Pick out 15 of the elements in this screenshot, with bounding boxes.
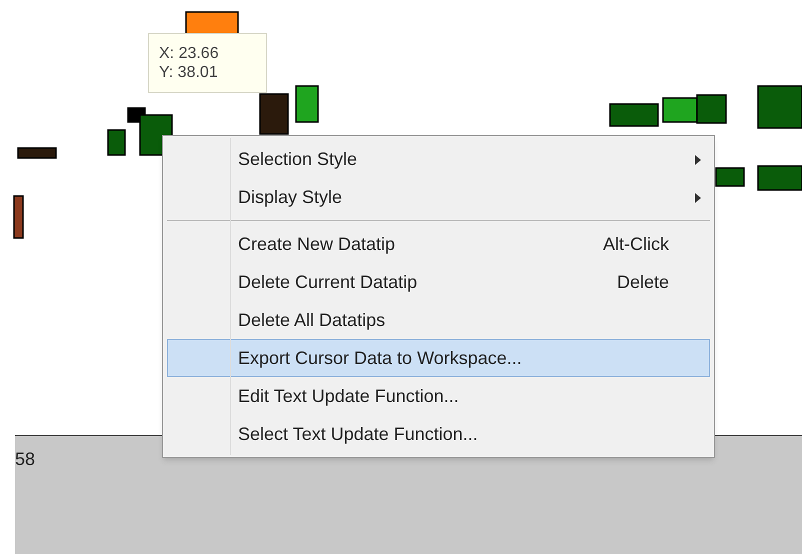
axis-tick-label: 58 (15, 449, 36, 469)
shortcut-label: Alt-Click (603, 232, 669, 256)
datatip-text: X: 23.66 (159, 44, 220, 63)
menu-item[interactable]: Selection Style (167, 140, 710, 178)
datatip-text: Y: 38.01 (159, 63, 219, 82)
menu-item[interactable]: Display Style (167, 178, 710, 216)
shortcut-label: Delete (616, 270, 669, 294)
menu-item[interactable]: Delete All Datatips (167, 301, 710, 339)
menu-item[interactable]: Edit Text Update Function... (167, 377, 710, 415)
menu-item[interactable]: Delete Current Datatip Delete (167, 263, 710, 301)
menu-item[interactable]: Select Text Update Function... (167, 415, 710, 453)
menu-item[interactable]: Export Cursor Data to Workspace... (167, 339, 710, 377)
submenu-arrow-icon (695, 193, 701, 203)
menu-item[interactable]: Create New Datatip Alt-Click (167, 225, 710, 263)
submenu-arrow-icon (695, 155, 701, 165)
